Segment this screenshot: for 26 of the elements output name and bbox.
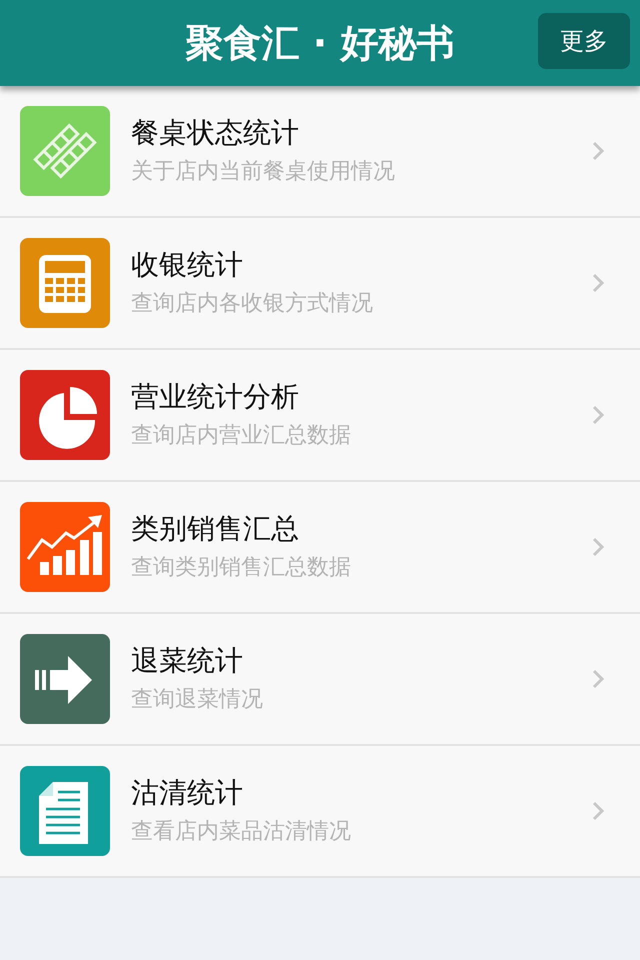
more-button[interactable]: 更多 xyxy=(538,13,630,69)
item-subtitle: 查询退菜情况 xyxy=(131,689,264,711)
item-subtitle: 查询类别销售汇总数据 xyxy=(131,557,352,579)
chevron-icon xyxy=(592,141,604,161)
chevron-icon xyxy=(592,801,604,821)
menu-item[interactable]: 退菜统计 查询退菜情况 xyxy=(0,614,640,746)
menu-item[interactable]: 收银统计 查询店内各收银方式情况 xyxy=(0,218,640,350)
item-subtitle: 查看店内菜品沽清情况 xyxy=(131,821,352,843)
item-subtitle: 关于店内当前餐桌使用情况 xyxy=(131,161,396,183)
item-title: 类别销售汇总 xyxy=(131,515,300,543)
item-subtitle: 查询店内各收银方式情况 xyxy=(131,293,374,315)
menu-item[interactable]: 餐桌状态统计 关于店内当前餐桌使用情况 xyxy=(0,86,640,218)
app-title: 聚食汇 · 好秘书 xyxy=(186,20,454,66)
chevron-icon xyxy=(592,405,604,425)
item-title: 餐桌状态统计 xyxy=(131,119,300,147)
menu-item[interactable]: 沽清统计 查看店内菜品沽清情况 xyxy=(0,746,640,878)
item-title: 退菜统计 xyxy=(131,647,244,675)
chevron-icon xyxy=(592,669,604,689)
item-title: 营业统计分析 xyxy=(131,383,300,411)
menu-item[interactable]: 类别销售汇总 查询类别销售汇总数据 xyxy=(0,482,640,614)
chevron-icon xyxy=(592,273,604,293)
item-title: 收银统计 xyxy=(131,251,244,279)
menu-item[interactable]: 营业统计分析 查询店内营业汇总数据 xyxy=(0,350,640,482)
item-subtitle: 查询店内营业汇总数据 xyxy=(131,425,352,447)
item-title: 沽清统计 xyxy=(131,779,244,807)
chevron-icon xyxy=(592,537,604,557)
